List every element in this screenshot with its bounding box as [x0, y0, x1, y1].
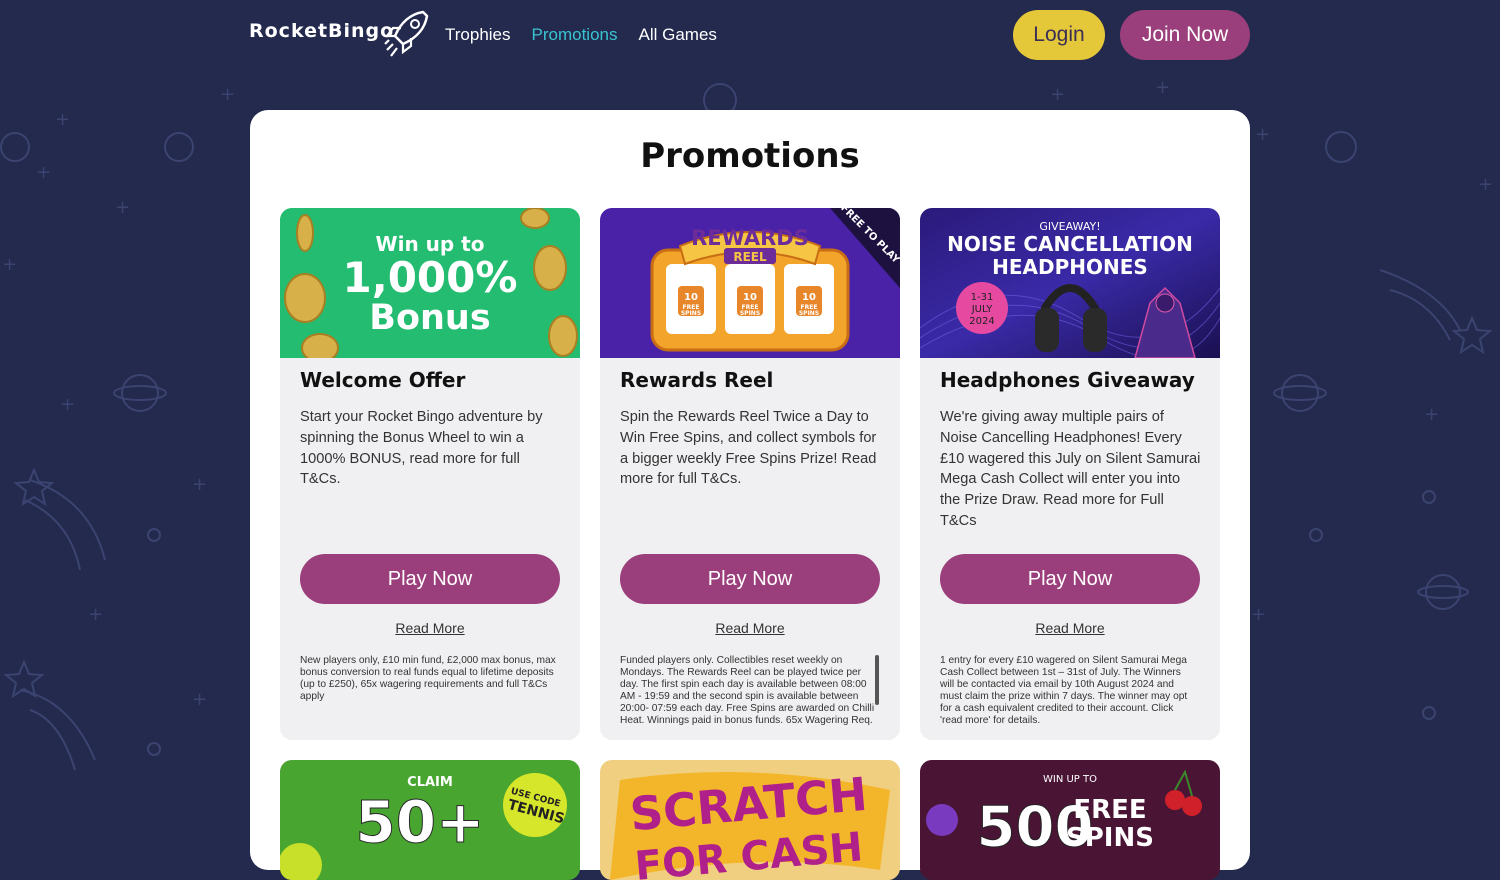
terms-text: 1 entry for every £10 wagered on Silent …	[940, 655, 1188, 726]
svg-text:+: +	[60, 394, 75, 415]
svg-text:+: +	[1255, 124, 1270, 145]
card-title: Welcome Offer	[300, 368, 466, 392]
nav-trophies[interactable]: Trophies	[445, 24, 511, 46]
reel-value-3: 10	[802, 292, 816, 303]
scratch-banner: SCRATCH FOR CASH	[600, 760, 900, 880]
spins-label: SPINS	[1066, 823, 1154, 853]
card-description: Spin the Rewards Reel Twice a Day to Win…	[620, 409, 877, 488]
svg-text:+: +	[2, 254, 17, 275]
svg-text:+: +	[192, 689, 207, 710]
svg-text:+: +	[55, 109, 70, 130]
rewards-reel-banner[interactable]: FREE TO PLAY 10 10 10 FREE FREE FREE SPI…	[600, 208, 900, 358]
promo-card-headphones-giveaway: GIVEAWAY! NOISE CANCELLATION HEADPHONES …	[920, 208, 1220, 740]
rocket-icon	[384, 10, 429, 57]
reel-spins-3: SPINS	[799, 310, 819, 317]
reel-value-2: 10	[743, 292, 757, 303]
read-more-link[interactable]: Read More	[280, 620, 580, 636]
terms-scrollbar[interactable]	[875, 655, 879, 705]
login-button[interactable]: Login	[1013, 10, 1105, 60]
date-year: 2024	[969, 316, 994, 327]
svg-text:+: +	[1155, 77, 1170, 98]
reel-spins-1: SPINS	[681, 310, 701, 317]
card-description: Start your Rocket Bingo adventure by spi…	[300, 409, 543, 488]
welcome-offer-banner[interactable]: Win up to 1,000% Bonus	[280, 208, 580, 358]
join-now-button[interactable]: Join Now	[1120, 10, 1250, 60]
svg-text:+: +	[1478, 174, 1493, 195]
promotions-panel: Promotions Win up to 1,000% Bonus Welcom…	[250, 110, 1250, 880]
spins-free: FREE	[1073, 795, 1146, 825]
promo-card-welcome-offer: Win up to 1,000% Bonus Welcome Offer Sta…	[280, 208, 580, 740]
svg-text:+: +	[192, 474, 207, 495]
giveaway-title-line1: NOISE CANCELLATION	[947, 232, 1193, 256]
terms-text: New players only, £10 min fund, £2,000 m…	[300, 655, 556, 702]
brand-logo[interactable]: RocketBingo	[249, 10, 429, 57]
card-description: We're giving away multiple pairs of Nois…	[940, 409, 1201, 529]
nav-all-games[interactable]: All Games	[639, 24, 717, 46]
card-title: Rewards Reel	[620, 368, 774, 392]
reel-spins-2: SPINS	[740, 310, 760, 317]
play-now-button[interactable]: Play Now	[300, 554, 560, 604]
reel-value-1: 10	[684, 292, 698, 303]
read-more-link[interactable]: Read More	[600, 620, 900, 636]
headphones-giveaway-banner[interactable]: GIVEAWAY! NOISE CANCELLATION HEADPHONES …	[920, 208, 1220, 358]
nav-promotions[interactable]: Promotions	[532, 24, 618, 46]
svg-text:+: +	[36, 162, 51, 183]
free-spins-banner: WIN UP TO 500 FREE SPINS	[920, 760, 1220, 880]
terms-text: Funded players only. Collectibles reset …	[620, 655, 875, 726]
welcome-banner-line2: 1,000%	[343, 253, 518, 302]
page-title: Promotions	[640, 136, 860, 176]
welcome-banner-line3: Bonus	[369, 298, 490, 338]
svg-text:+: +	[88, 604, 103, 625]
tennis-amount: 50+	[355, 788, 484, 856]
promo-card-tennis[interactable]: CLAIM 50+ USE CODE TENNIS	[280, 760, 580, 880]
top-navigation-bar: RocketBingo Trophies Promotions All Game…	[0, 0, 1500, 72]
svg-text:+: +	[1251, 604, 1266, 625]
play-now-button[interactable]: Play Now	[940, 554, 1200, 604]
date-month: JULY	[971, 304, 994, 315]
rewards-banner-subtitle: REEL	[733, 250, 767, 264]
svg-text:+: +	[1424, 404, 1439, 425]
tennis-banner: CLAIM 50+ USE CODE TENNIS	[280, 760, 580, 880]
promo-card-rewards-reel: FREE TO PLAY 10 10 10 FREE FREE FREE SPI…	[600, 208, 900, 740]
read-more-link[interactable]: Read More	[920, 620, 1220, 636]
giveaway-title-line2: HEADPHONES	[992, 255, 1148, 279]
promo-card-scratch[interactable]: SCRATCH FOR CASH	[600, 760, 900, 880]
svg-text:+: +	[115, 197, 130, 218]
promo-card-free-spins[interactable]: WIN UP TO 500 FREE SPINS	[920, 760, 1220, 880]
spins-win-up-to: WIN UP TO	[1043, 774, 1097, 785]
rewards-banner-title: REWARDS	[691, 226, 809, 250]
card-title: Headphones Giveaway	[940, 368, 1195, 392]
date-range: 1-31	[971, 292, 994, 303]
svg-text:+: +	[220, 84, 235, 105]
play-now-button[interactable]: Play Now	[620, 554, 880, 604]
brand-name: RocketBingo	[249, 20, 395, 42]
main-nav: Trophies Promotions All Games	[445, 24, 738, 46]
svg-text:+: +	[1050, 84, 1065, 105]
